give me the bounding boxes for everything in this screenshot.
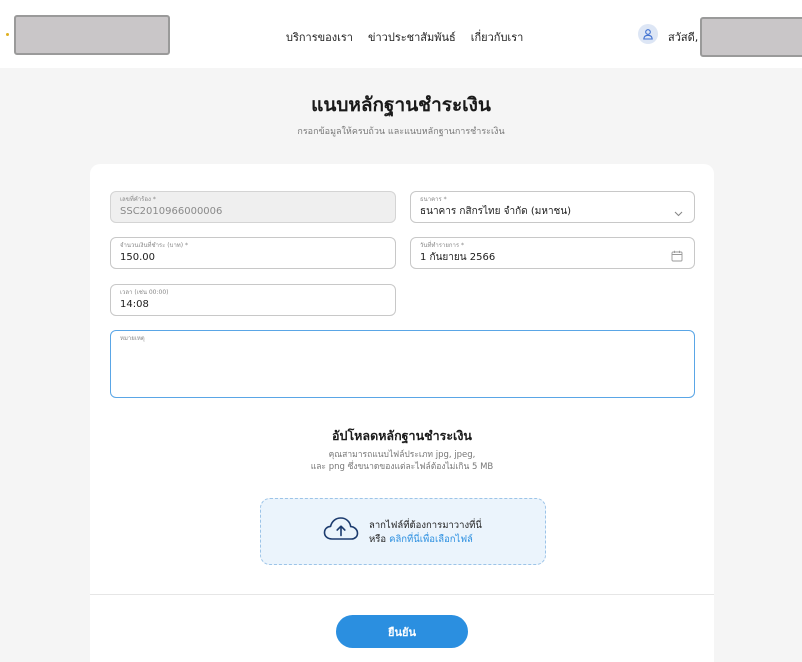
nav-about[interactable]: เกี่ยวกับเรา xyxy=(471,28,524,46)
bank-value: ธนาคาร กสิกรไทย จำกัด (มหาชน) xyxy=(420,206,572,217)
cloud-upload-icon xyxy=(323,516,359,546)
bank-select[interactable]: ธนาคาร * ธนาคาร กสิกรไทย จำกัด (มหาชน) xyxy=(410,191,695,223)
nav-services[interactable]: บริการของเรา xyxy=(286,28,353,46)
date-value: 1 กันยายน 2566 xyxy=(420,252,496,263)
upload-desc-line-1: คุณสามารถแนบไฟล์ประเภท jpg, jpeg, xyxy=(328,450,476,460)
page-subtitle: กรอกข้อมูลให้ครบถ้วน และแนบหลักฐานการชำร… xyxy=(297,127,505,137)
nav-news[interactable]: ข่าวประชาสัมพันธ์ xyxy=(368,28,456,46)
page-title: แนบหลักฐานชำระเงิน xyxy=(311,94,491,116)
greeting-text: สวัสดี, xyxy=(668,31,699,44)
request-no-field: เลขที่คำร้อง * SSC2010966000006 xyxy=(110,191,396,223)
user-icon[interactable] xyxy=(638,24,658,44)
top-header: บริการของเรา ข่าวประชาสัมพันธ์ เกี่ยวกับ… xyxy=(0,0,802,68)
amount-value: 150.00 xyxy=(120,252,155,263)
bank-label: ธนาคาร * xyxy=(420,196,447,203)
amount-label: จำนวนเงินที่ชำระ (บาท) * xyxy=(120,242,189,249)
user-name-redacted[interactable] xyxy=(700,17,802,57)
request-no-label: เลขที่คำร้อง * xyxy=(120,196,156,203)
upload-title: อัปโหลดหลักฐานชำระเงิน xyxy=(332,428,472,443)
date-label: วันที่ทำรายการ * xyxy=(420,242,464,249)
file-dropzone[interactable]: ลากไฟล์ที่ต้องการมาวางที่นี่ หรือ คลิกที… xyxy=(260,498,546,565)
note-textarea[interactable]: หมายเหตุ xyxy=(110,330,695,398)
or-text: หรือ xyxy=(369,534,387,545)
browse-file-link[interactable]: คลิกที่นี่เพื่อเลือกไฟล์ xyxy=(389,534,473,545)
upload-description: คุณสามารถแนบไฟล์ประเภท jpg, jpeg, และ pn… xyxy=(90,449,714,473)
calendar-icon[interactable] xyxy=(671,247,683,266)
logo-mark xyxy=(6,33,9,36)
time-input[interactable]: เวลา (เช่น 00:00) 14:08 xyxy=(110,284,396,316)
transaction-date-input[interactable]: วันที่ทำรายการ * 1 กันยายน 2566 xyxy=(410,237,695,269)
payment-form-card: เลขที่คำร้อง * SSC2010966000006 ธนาคาร *… xyxy=(90,164,714,662)
amount-input[interactable]: จำนวนเงินที่ชำระ (บาท) * 150.00 xyxy=(110,237,396,269)
section-divider xyxy=(90,594,714,595)
note-label: หมายเหตุ xyxy=(120,335,145,342)
confirm-button[interactable]: ยืนยัน xyxy=(336,615,468,648)
main-nav: บริการของเรา ข่าวประชาสัมพันธ์ เกี่ยวกับ… xyxy=(286,28,523,46)
time-label: เวลา (เช่น 00:00) xyxy=(120,289,169,296)
time-value: 14:08 xyxy=(120,299,149,310)
request-no-value: SSC2010966000006 xyxy=(120,206,223,217)
drop-instructions: ลากไฟล์ที่ต้องการมาวางที่นี่ xyxy=(369,520,482,531)
chevron-down-icon[interactable] xyxy=(674,202,683,221)
logo-redacted[interactable] xyxy=(14,15,170,55)
browse-line: หรือ คลิกที่นี่เพื่อเลือกไฟล์ xyxy=(369,532,473,547)
upload-desc-line-2: และ png ซึ่งขนาดของแต่ละไฟล์ต้องไม่เกิน … xyxy=(310,462,494,472)
